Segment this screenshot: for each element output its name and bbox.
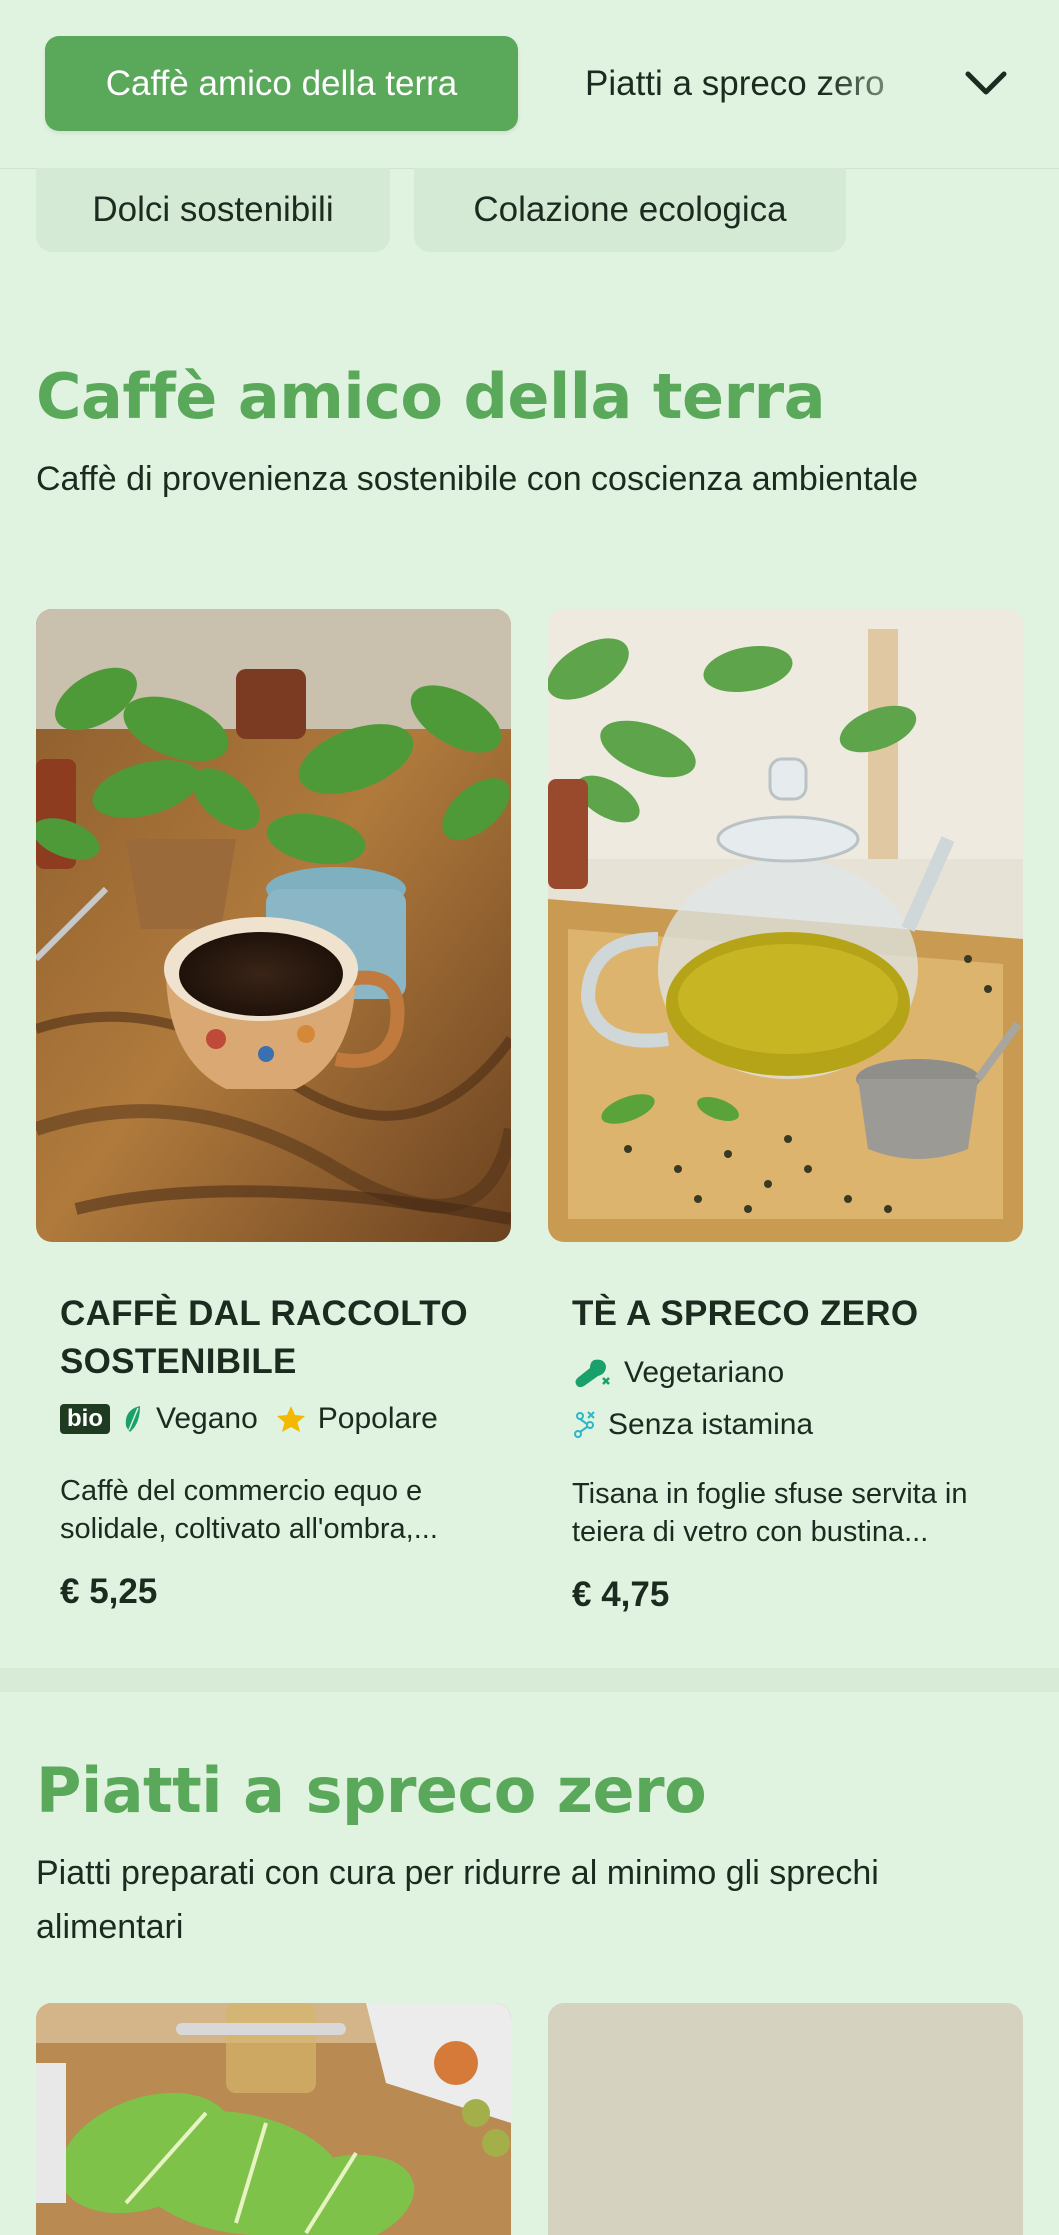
section-divider (0, 1668, 1059, 1692)
item-description-te: Tisana in foglie sfuse servita in teiera… (572, 1478, 968, 1548)
dish-image-placeholder[interactable] (548, 2003, 1023, 2235)
bio-badge: bio (60, 1404, 110, 1434)
item-price-te: € 4,75 (572, 1575, 670, 1614)
nav-tab-piatti[interactable]: Piatti a spreco zero (585, 36, 925, 131)
category-nav: Caffè amico della terra Piatti a spreco … (0, 0, 1059, 169)
vegan-tag-label: Vegano (156, 1402, 258, 1435)
histamine-free-tag-label: Senza istamina (608, 1408, 814, 1441)
item-description-caffe: Caffè del commercio equo e solidale, col… (60, 1475, 438, 1545)
nav-chip-dolci[interactable]: Dolci sostenibili (36, 168, 390, 252)
histamine-free-tag: Senza istamina (572, 1408, 813, 1442)
star-icon (276, 1406, 305, 1432)
molecule-crossed-icon (574, 1411, 595, 1438)
vegan-tag: Vegano (122, 1402, 258, 1436)
coffee-image[interactable] (36, 609, 511, 1242)
leaf-icon (125, 1406, 140, 1432)
item-tags-caffe: bio Vegano Popolare (60, 1402, 438, 1436)
drumstick-crossed-icon (575, 1359, 610, 1388)
salad-image[interactable] (36, 2003, 511, 2235)
section-title-piatti: Piatti a spreco zero (36, 1754, 707, 1827)
vegetarian-tag-label: Vegetariano (624, 1356, 785, 1389)
nav-chip-colazione[interactable]: Colazione ecologica (414, 168, 846, 252)
popular-tag: Popolare (276, 1402, 438, 1436)
item-name-caffe-raccolto[interactable]: CAFFÈ DAL RACCOLTO SOSTENIBILE (60, 1290, 500, 1386)
section-description-piatti: Piatti preparati con cura per ridurre al… (36, 1854, 879, 1946)
nav-tab-caffe[interactable]: Caffè amico della terra (45, 36, 518, 131)
popular-tag-label: Popolare (317, 1402, 438, 1435)
section-title-caffe: Caffè amico della terra (36, 360, 826, 433)
item-price-caffe: € 5,25 (60, 1572, 158, 1611)
item-name-te-spreco[interactable]: TÈ A SPRECO ZERO (572, 1290, 1012, 1338)
section-description-caffe: Caffè di provenienza sostenibile con cos… (36, 460, 919, 498)
vegetarian-tag: Vegetariano (572, 1356, 784, 1390)
tea-image[interactable] (548, 609, 1023, 1242)
chevron-down-icon[interactable] (962, 64, 1010, 104)
